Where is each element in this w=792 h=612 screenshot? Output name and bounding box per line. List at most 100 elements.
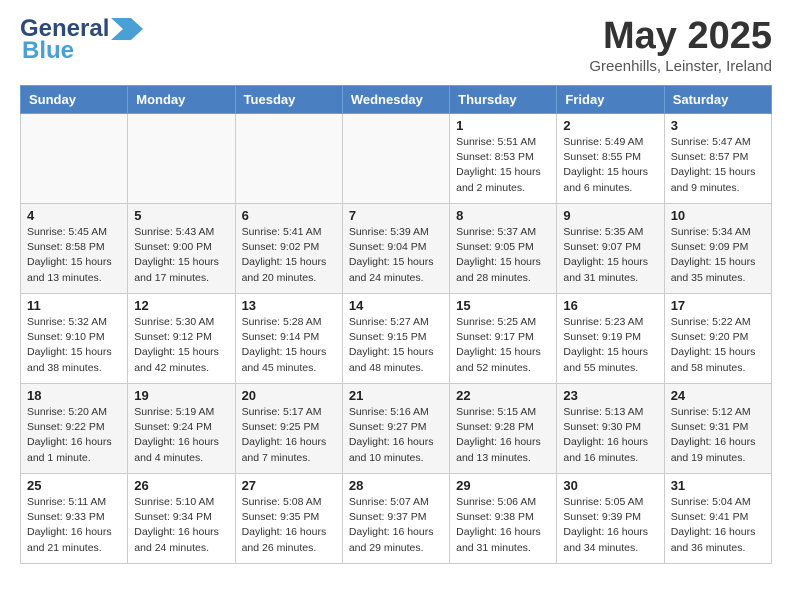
calendar-cell [128, 114, 235, 204]
day-detail: Sunrise: 5:41 AMSunset: 9:02 PMDaylight:… [242, 225, 336, 286]
day-detail: Sunrise: 5:28 AMSunset: 9:14 PMDaylight:… [242, 315, 336, 376]
day-detail: Sunrise: 5:23 AMSunset: 9:19 PMDaylight:… [563, 315, 657, 376]
day-detail: Sunrise: 5:11 AMSunset: 9:33 PMDaylight:… [27, 495, 121, 556]
day-number: 14 [349, 298, 443, 313]
header: General Blue May 2025 Greenhills, Leinst… [20, 15, 772, 75]
col-saturday: Saturday [664, 86, 771, 114]
day-number: 7 [349, 208, 443, 223]
day-detail: Sunrise: 5:13 AMSunset: 9:30 PMDaylight:… [563, 405, 657, 466]
day-detail: Sunrise: 5:20 AMSunset: 9:22 PMDaylight:… [27, 405, 121, 466]
calendar-cell: 31Sunrise: 5:04 AMSunset: 9:41 PMDayligh… [664, 474, 771, 564]
calendar-cell: 30 Sunrise: 5:05 AMSunset: 9:39 PMDayligh… [557, 474, 664, 564]
day-detail: Sunrise: 5:47 AMSunset: 8:57 PMDaylight:… [671, 135, 765, 196]
day-number: 13 [242, 298, 336, 313]
day-detail: Sunrise: 5:37 AMSunset: 9:05 PMDaylight:… [456, 225, 550, 286]
calendar-cell: 6Sunrise: 5:41 AMSunset: 9:02 PMDaylight… [235, 204, 342, 294]
calendar-cell: 23Sunrise: 5:13 AMSunset: 9:30 PMDayligh… [557, 384, 664, 474]
calendar-cell: 11Sunrise: 5:32 AMSunset: 9:10 PMDayligh… [21, 294, 128, 384]
calendar-cell: 28Sunrise: 5:07 AMSunset: 9:37 PMDayligh… [342, 474, 449, 564]
day-detail: Sunrise: 5:30 AMSunset: 9:12 PMDaylight:… [134, 315, 228, 376]
day-number: 3 [671, 118, 765, 133]
logo-blue: Blue [22, 37, 74, 65]
day-detail: Sunrise: 5:25 AMSunset: 9:17 PMDaylight:… [456, 315, 550, 376]
day-number: 9 [563, 208, 657, 223]
day-number: 2 [563, 118, 657, 133]
header-row: Sunday Monday Tuesday Wednesday Thursday… [21, 86, 772, 114]
day-number: 18 [27, 388, 121, 403]
calendar-cell: 25 Sunrise: 5:11 AMSunset: 9:33 PMDayligh… [21, 474, 128, 564]
calendar-cell: 8Sunrise: 5:37 AMSunset: 9:05 PMDaylight… [450, 204, 557, 294]
day-number: 30 [563, 478, 657, 493]
day-number: 21 [349, 388, 443, 403]
day-detail: Sunrise: 5:19 AMSunset: 9:24 PMDaylight:… [134, 405, 228, 466]
calendar-week-1: 1 Sunrise: 5:51 AMSunset: 8:53 PMDaylight… [21, 114, 772, 204]
sub-title: Greenhills, Leinster, Ireland [589, 58, 772, 75]
day-number: 27 [242, 478, 336, 493]
day-detail: Sunrise: 5:27 AMSunset: 9:15 PMDaylight:… [349, 315, 443, 376]
day-detail: Sunrise: 5:15 AMSunset: 9:28 PMDaylight:… [456, 405, 550, 466]
page: General Blue May 2025 Greenhills, Leinst… [0, 0, 792, 579]
calendar-cell [235, 114, 342, 204]
calendar-cell: 7 Sunrise: 5:39 AMSunset: 9:04 PMDaylight… [342, 204, 449, 294]
day-number: 25 [27, 478, 121, 493]
day-detail: Sunrise: 5:51 AMSunset: 8:53 PMDaylight:… [456, 135, 550, 196]
calendar-cell: 5Sunrise: 5:43 AMSunset: 9:00 PMDaylight… [128, 204, 235, 294]
day-detail: Sunrise: 5:05 AMSunset: 9:39 PMDaylight:… [563, 495, 657, 556]
col-thursday: Thursday [450, 86, 557, 114]
calendar-cell: 29Sunrise: 5:06 AMSunset: 9:38 PMDayligh… [450, 474, 557, 564]
calendar-cell: 22Sunrise: 5:15 AMSunset: 9:28 PMDayligh… [450, 384, 557, 474]
calendar-cell: 13 Sunrise: 5:28 AMSunset: 9:14 PMDayligh… [235, 294, 342, 384]
calendar-week-2: 4 Sunrise: 5:45 AMSunset: 8:58 PMDaylight… [21, 204, 772, 294]
calendar-cell: 15 Sunrise: 5:25 AMSunset: 9:17 PMDayligh… [450, 294, 557, 384]
day-detail: Sunrise: 5:08 AMSunset: 9:35 PMDaylight:… [242, 495, 336, 556]
day-number: 20 [242, 388, 336, 403]
col-tuesday: Tuesday [235, 86, 342, 114]
day-number: 12 [134, 298, 228, 313]
calendar-cell: 4 Sunrise: 5:45 AMSunset: 8:58 PMDaylight… [21, 204, 128, 294]
col-sunday: Sunday [21, 86, 128, 114]
logo-arrow-icon [111, 18, 143, 40]
calendar-cell: 21Sunrise: 5:16 AMSunset: 9:27 PMDayligh… [342, 384, 449, 474]
day-number: 17 [671, 298, 765, 313]
col-monday: Monday [128, 86, 235, 114]
col-friday: Friday [557, 86, 664, 114]
calendar-cell: 16 Sunrise: 5:23 AMSunset: 9:19 PMDayligh… [557, 294, 664, 384]
day-number: 28 [349, 478, 443, 493]
calendar-table: Sunday Monday Tuesday Wednesday Thursday… [20, 85, 772, 564]
calendar-cell: 10 Sunrise: 5:34 AMSunset: 9:09 PMDayligh… [664, 204, 771, 294]
calendar-cell: 17 Sunrise: 5:22 AMSunset: 9:20 PMDayligh… [664, 294, 771, 384]
day-number: 1 [456, 118, 550, 133]
day-detail: Sunrise: 5:22 AMSunset: 9:20 PMDaylight:… [671, 315, 765, 376]
day-number: 26 [134, 478, 228, 493]
calendar-week-5: 25 Sunrise: 5:11 AMSunset: 9:33 PMDayligh… [21, 474, 772, 564]
day-detail: Sunrise: 5:17 AMSunset: 9:25 PMDaylight:… [242, 405, 336, 466]
title-area: May 2025 Greenhills, Leinster, Ireland [589, 15, 772, 75]
calendar-cell [342, 114, 449, 204]
day-detail: Sunrise: 5:34 AMSunset: 9:09 PMDaylight:… [671, 225, 765, 286]
day-detail: Sunrise: 5:12 AMSunset: 9:31 PMDaylight:… [671, 405, 765, 466]
day-detail: Sunrise: 5:10 AMSunset: 9:34 PMDaylight:… [134, 495, 228, 556]
day-detail: Sunrise: 5:06 AMSunset: 9:38 PMDaylight:… [456, 495, 550, 556]
calendar-cell: 19Sunrise: 5:19 AMSunset: 9:24 PMDayligh… [128, 384, 235, 474]
calendar-cell: 9Sunrise: 5:35 AMSunset: 9:07 PMDaylight… [557, 204, 664, 294]
logo: General Blue [20, 15, 143, 65]
calendar-cell: 14 Sunrise: 5:27 AMSunset: 9:15 PMDayligh… [342, 294, 449, 384]
calendar-cell: 1 Sunrise: 5:51 AMSunset: 8:53 PMDaylight… [450, 114, 557, 204]
day-number: 31 [671, 478, 765, 493]
day-detail: Sunrise: 5:49 AMSunset: 8:55 PMDaylight:… [563, 135, 657, 196]
calendar-cell: 3 Sunrise: 5:47 AMSunset: 8:57 PMDaylight… [664, 114, 771, 204]
day-number: 16 [563, 298, 657, 313]
day-detail: Sunrise: 5:39 AMSunset: 9:04 PMDaylight:… [349, 225, 443, 286]
day-number: 4 [27, 208, 121, 223]
calendar-week-4: 18 Sunrise: 5:20 AMSunset: 9:22 PMDayligh… [21, 384, 772, 474]
day-number: 15 [456, 298, 550, 313]
calendar-cell: 26 Sunrise: 5:10 AMSunset: 9:34 PMDayligh… [128, 474, 235, 564]
calendar-cell: 24 Sunrise: 5:12 AMSunset: 9:31 PMDayligh… [664, 384, 771, 474]
day-detail: Sunrise: 5:45 AMSunset: 8:58 PMDaylight:… [27, 225, 121, 286]
day-detail: Sunrise: 5:32 AMSunset: 9:10 PMDaylight:… [27, 315, 121, 376]
day-detail: Sunrise: 5:43 AMSunset: 9:00 PMDaylight:… [134, 225, 228, 286]
day-number: 24 [671, 388, 765, 403]
calendar-week-3: 11Sunrise: 5:32 AMSunset: 9:10 PMDayligh… [21, 294, 772, 384]
day-number: 10 [671, 208, 765, 223]
calendar-cell: 12 Sunrise: 5:30 AMSunset: 9:12 PMDayligh… [128, 294, 235, 384]
